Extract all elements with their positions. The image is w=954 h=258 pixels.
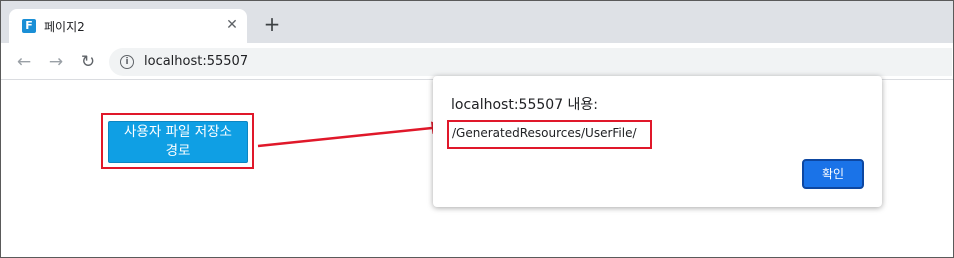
arrow-line <box>257 126 433 148</box>
ok-button[interactable]: 확인 <box>802 159 864 189</box>
alert-dialog: localhost:55507 내용: /GeneratedResources/… <box>433 76 882 207</box>
dialog-title: localhost:55507 내용: <box>451 97 599 113</box>
dialog-message: /GeneratedResources/UserFile/ <box>452 126 637 140</box>
